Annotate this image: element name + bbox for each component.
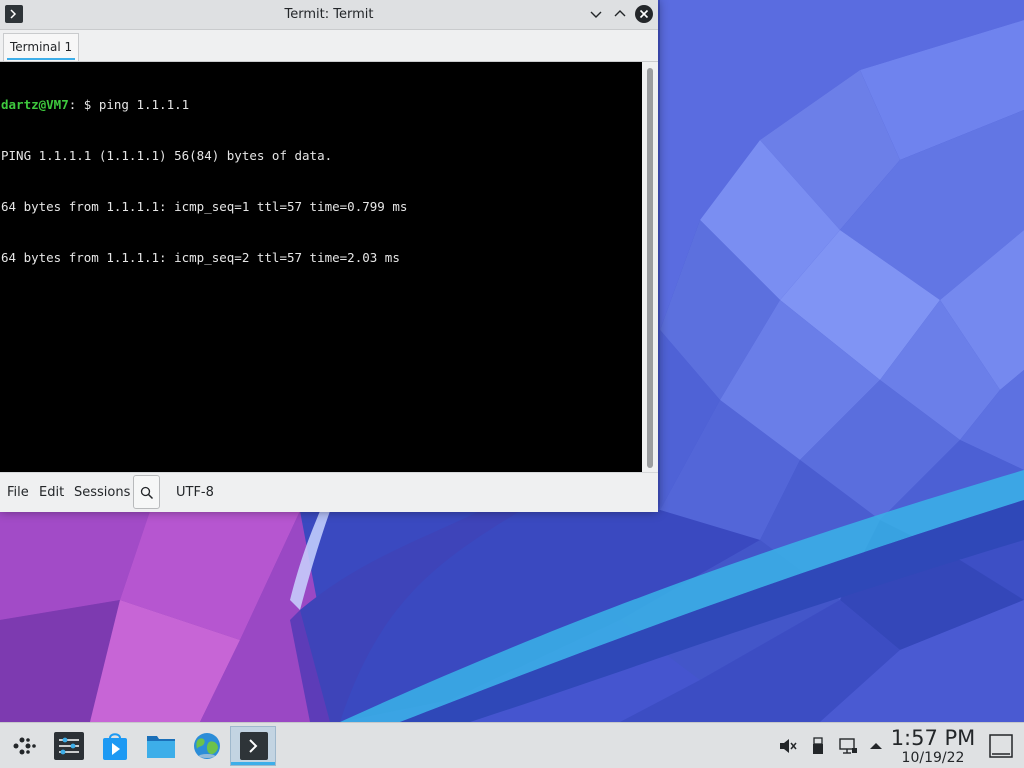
menu-file[interactable]: File — [7, 473, 29, 512]
termit-icon — [238, 730, 270, 762]
termit-window[interactable]: Termit: Termit Terminal 1 dartz@VM7: $ p… — [0, 0, 658, 512]
search-icon — [140, 486, 154, 500]
encoding-label[interactable]: UTF-8 — [176, 473, 214, 512]
tab-terminal-1[interactable]: Terminal 1 — [3, 33, 80, 61]
tab-label: Terminal 1 — [10, 40, 73, 54]
tab-bar: Terminal 1 — [0, 30, 658, 62]
discover-icon[interactable] — [99, 730, 131, 762]
launcher-icon[interactable] — [8, 730, 40, 762]
menu-sessions[interactable]: Sessions — [74, 473, 130, 512]
termit-task-button[interactable] — [230, 726, 276, 766]
web-browser-icon[interactable] — [191, 730, 223, 762]
output-line: PING 1.1.1.1 (1.1.1.1) 56(84) bytes of d… — [1, 148, 333, 163]
taskbar: 1:57 PM 10/19/22 — [0, 722, 1024, 768]
prompt-command: : $ ping 1.1.1.1 — [68, 97, 190, 112]
maximize-icon[interactable] — [611, 5, 629, 23]
terminal-output[interactable]: dartz@VM7: $ ping 1.1.1.1 PING 1.1.1.1 (… — [0, 62, 642, 472]
usb-icon[interactable] — [808, 736, 828, 756]
search-button[interactable] — [133, 475, 160, 509]
scrollbar-thumb[interactable] — [647, 68, 653, 468]
system-settings-icon[interactable] — [53, 730, 85, 762]
volume-muted-icon[interactable] — [778, 736, 798, 756]
active-task-indicator — [231, 762, 275, 765]
show-desktop-icon[interactable] — [988, 733, 1014, 759]
window-title: Termit: Termit — [284, 7, 374, 22]
close-icon[interactable] — [635, 5, 653, 23]
output-line: 64 bytes from 1.1.1.1: icmp_seq=2 ttl=57… — [1, 250, 400, 265]
file-manager-icon[interactable] — [145, 730, 177, 762]
clock-date[interactable]: 10/19/22 — [880, 749, 986, 767]
menu-edit[interactable]: Edit — [39, 473, 64, 512]
minimize-icon[interactable] — [587, 5, 605, 23]
window-titlebar[interactable]: Termit: Termit — [0, 0, 658, 30]
clock-time[interactable]: 1:57 PM — [880, 725, 986, 751]
prompt-line: dartz@VM7: $ ping 1.1.1.1 — [1, 96, 642, 113]
desktop[interactable]: Termit: Termit Terminal 1 dartz@VM7: $ p… — [0, 0, 1024, 768]
prompt-user-host: dartz@VM7 — [1, 97, 69, 112]
terminal-scrollbar[interactable] — [642, 62, 658, 472]
output-line: 64 bytes from 1.1.1.1: icmp_seq=1 ttl=57… — [1, 199, 408, 214]
termit-bottom-bar: File Edit Sessions UTF-8 — [0, 472, 658, 512]
active-tab-indicator — [7, 58, 76, 60]
network-icon[interactable] — [838, 736, 858, 756]
